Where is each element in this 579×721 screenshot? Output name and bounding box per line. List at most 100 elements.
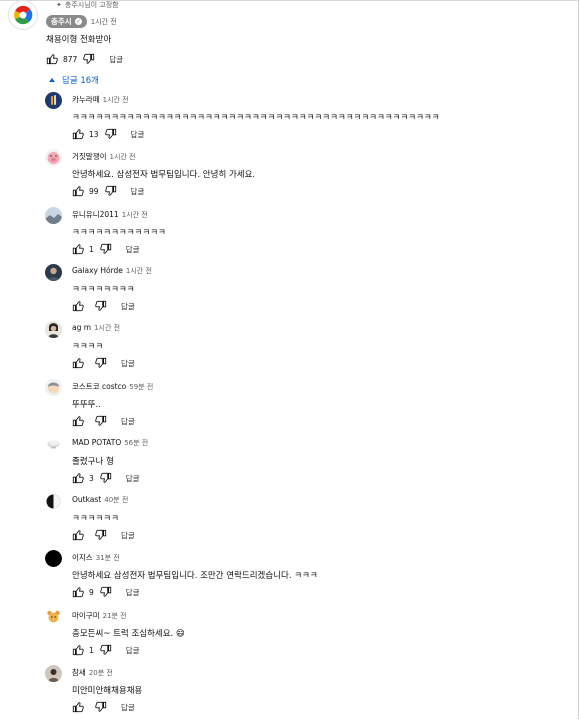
reply-author[interactable]: Galaxy Hórde <box>72 266 123 275</box>
comment-actions: 877 답글 <box>46 52 123 66</box>
reply-time[interactable]: 59분 전 <box>129 382 153 392</box>
avatar[interactable] <box>45 665 62 682</box>
reply-time[interactable]: 1시간 전 <box>94 323 120 333</box>
reply-button[interactable]: 답글 <box>109 54 123 65</box>
dislike-button[interactable] <box>105 128 117 140</box>
reply-header: ag m 1시간 전 <box>72 323 120 333</box>
reply-header: Galaxy Hórde 1시간 전 <box>72 266 152 276</box>
reply-item: ag m 1시간 전 ㅋㅋㅋㅋ 답글 <box>0 321 579 377</box>
avatar[interactable] <box>45 608 62 625</box>
thumbs-down-icon <box>95 415 107 427</box>
landscape-avatar-icon <box>45 207 62 224</box>
reply-text: 안녕하세요. 삼성전자 법무팀입니다. 안녕히 가세요. <box>72 170 256 180</box>
reply-time[interactable]: 21분 전 <box>103 611 127 621</box>
like-button[interactable]: 13 <box>72 128 99 140</box>
like-count: 13 <box>89 129 99 139</box>
cartoon-avatar-icon <box>45 379 62 396</box>
owner-author-chip[interactable]: 충주시 ✓ <box>46 15 87 28</box>
reply-actions: 답글 <box>72 299 135 313</box>
reply-author[interactable]: 코스트코 costco <box>72 381 126 392</box>
reply-author[interactable]: 이지스 <box>72 552 93 563</box>
dislike-button[interactable] <box>95 415 107 427</box>
reply-item: 유니유니2011 1시간 전 ㅋㅋㅋㅋㅋㅋㅋㅋㅋㅋㅋㅋ 1 답글 <box>0 207 579 263</box>
replies-count-label[interactable]: 답글 16개 <box>62 74 99 86</box>
like-button[interactable] <box>72 300 89 312</box>
comment-author[interactable]: 충주시 <box>51 16 72 27</box>
reply-button[interactable]: 답글 <box>121 358 135 369</box>
dislike-button[interactable] <box>95 357 107 369</box>
avatar[interactable] <box>45 321 62 338</box>
reply-button[interactable]: 답글 <box>126 587 140 598</box>
like-button[interactable] <box>72 701 89 713</box>
avatar[interactable] <box>45 264 62 281</box>
bowl-avatar-icon <box>45 436 62 453</box>
reply-header: 참새 20분 전 <box>72 667 113 678</box>
reply-time[interactable]: 40분 전 <box>104 495 128 505</box>
reply-actions: 9 답글 <box>72 585 140 599</box>
reply-header: Outkast 40분 전 <box>72 495 128 505</box>
avatar[interactable] <box>45 149 62 166</box>
reply-actions: 답글 <box>72 700 135 714</box>
dislike-button[interactable] <box>95 701 107 713</box>
check-icon: ✓ <box>74 18 82 25</box>
reply-item: 이지스 31분 전 안녕하세요 삼성전자 법무팀입니다. 조만간 연락드리겠습니… <box>0 550 579 606</box>
reply-author[interactable]: ag m <box>72 323 91 332</box>
reply-time[interactable]: 1시간 전 <box>122 210 148 220</box>
reply-time[interactable]: 1시간 전 <box>126 266 152 276</box>
reply-author[interactable]: 유니유니2011 <box>72 209 119 220</box>
reply-time[interactable]: 31분 전 <box>96 553 120 563</box>
reply-button[interactable]: 답글 <box>121 530 135 541</box>
like-button[interactable]: 99 <box>72 185 99 197</box>
like-button[interactable] <box>72 529 89 541</box>
reply-time[interactable]: 1시간 전 <box>103 95 129 105</box>
dislike-button[interactable] <box>105 185 117 197</box>
avatar[interactable] <box>45 92 62 109</box>
like-count: 3 <box>89 473 94 483</box>
dislike-button[interactable] <box>100 586 112 598</box>
reply-item: 참새 20분 전 미안미안해채용채용 답글 <box>0 665 579 721</box>
dislike-button[interactable] <box>100 644 112 656</box>
reply-author[interactable]: MAD POTATO <box>72 438 121 447</box>
avatar[interactable] <box>45 550 62 567</box>
avatar[interactable] <box>8 0 38 30</box>
reply-button[interactable]: 답글 <box>126 645 140 656</box>
reply-author[interactable]: 카누라떼 <box>72 94 100 105</box>
like-button[interactable]: 877 <box>46 53 77 65</box>
reply-button[interactable]: 답글 <box>131 186 145 197</box>
reply-actions: 1 답글 <box>72 643 140 657</box>
reply-button[interactable]: 답글 <box>121 301 135 312</box>
comment-time[interactable]: 1시간 전 <box>91 17 117 27</box>
avatar[interactable] <box>45 379 62 396</box>
dislike-button[interactable] <box>100 472 112 484</box>
reply-author[interactable]: 거짓말쟁이 <box>72 151 107 162</box>
reply-header: 마이구미 21분 전 <box>72 610 127 621</box>
like-button[interactable] <box>72 415 89 427</box>
dislike-button[interactable] <box>95 300 107 312</box>
reply-time[interactable]: 1시간 전 <box>110 152 136 162</box>
like-button[interactable]: 1 <box>72 243 94 255</box>
avatar[interactable] <box>45 436 62 453</box>
dislike-button[interactable] <box>83 53 95 65</box>
replies-toggle[interactable]: 답글 16개 <box>49 74 99 86</box>
reply-button[interactable]: 답글 <box>121 702 135 713</box>
reply-button[interactable]: 답글 <box>126 473 140 484</box>
dislike-button[interactable] <box>100 243 112 255</box>
reply-button[interactable]: 답글 <box>126 244 140 255</box>
like-button[interactable]: 3 <box>72 472 94 484</box>
avatar[interactable] <box>45 207 62 224</box>
reply-time[interactable]: 56분 전 <box>124 438 148 448</box>
reply-author[interactable]: 마이구미 <box>72 610 100 621</box>
reply-time[interactable]: 20분 전 <box>89 668 113 678</box>
pin-icon: ✦ <box>56 1 62 9</box>
dislike-button[interactable] <box>95 529 107 541</box>
like-button[interactable] <box>72 357 89 369</box>
reply-button[interactable]: 답글 <box>131 129 145 140</box>
reply-author[interactable]: 참새 <box>72 667 86 678</box>
reply-item: 마이구미 21분 전 충모든씨~ 트럭 조심하세요. 😄 1 답글 <box>0 608 579 664</box>
reply-button[interactable]: 답글 <box>121 416 135 427</box>
thumbs-down-icon <box>95 701 107 713</box>
like-button[interactable]: 1 <box>72 644 94 656</box>
like-button[interactable]: 9 <box>72 586 94 598</box>
reply-author[interactable]: Outkast <box>72 495 101 504</box>
avatar[interactable] <box>45 493 62 510</box>
